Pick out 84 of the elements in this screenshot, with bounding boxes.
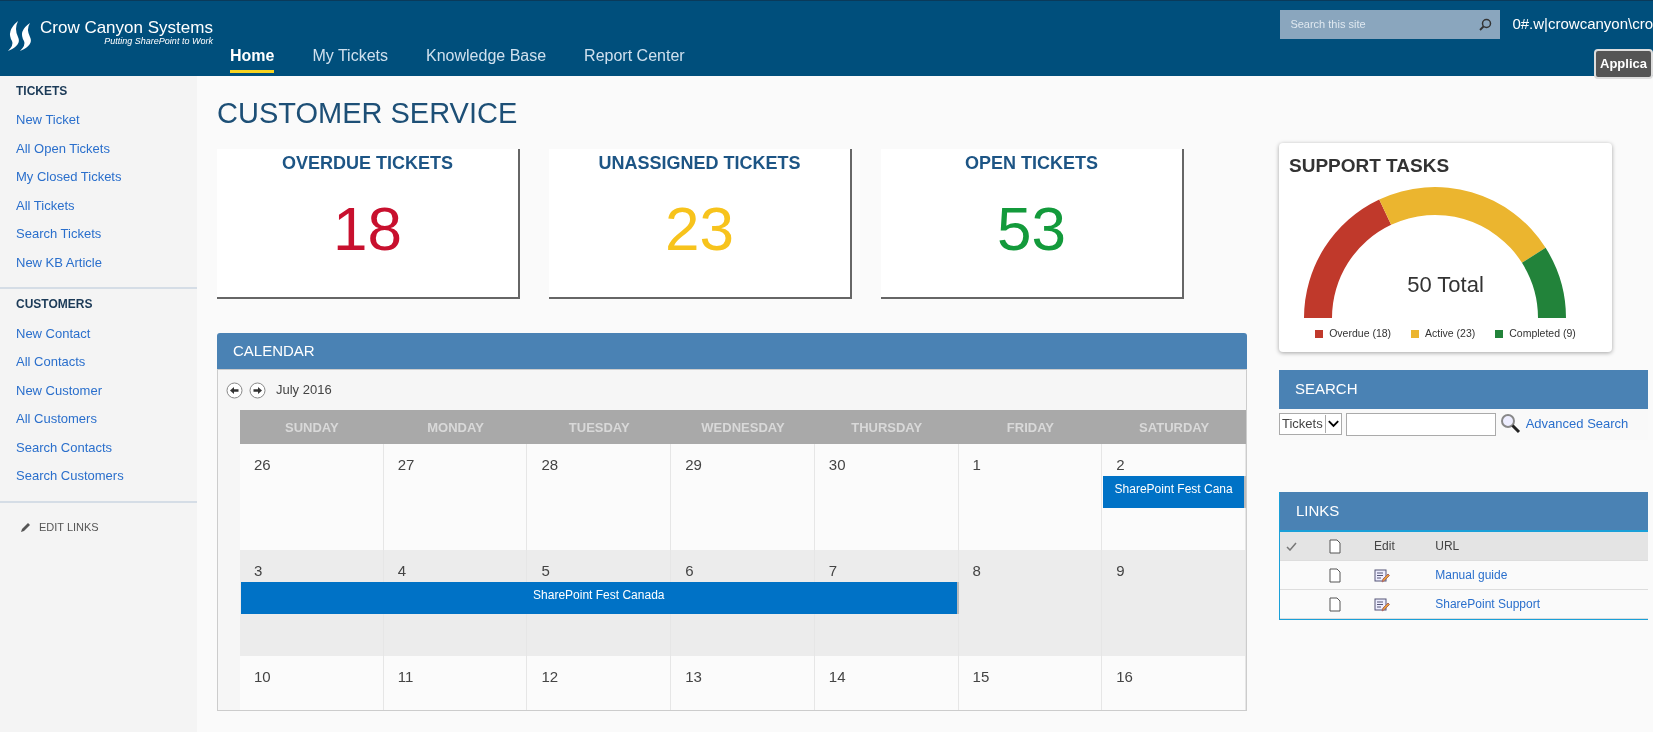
panel-header: SEARCH [1279,370,1648,409]
day-number[interactable]: 7 [814,549,838,582]
day-number[interactable]: 1 [958,443,981,476]
link-item[interactable]: Manual guide [1435,568,1508,582]
column-header: URL [1429,531,1648,561]
day-number[interactable]: 12 [527,655,559,688]
link-item[interactable]: SharePoint Support [1435,597,1540,611]
sidebar-link[interactable]: Search Customers [16,466,197,486]
day-number[interactable]: 30 [814,443,846,476]
card-title: OPEN TICKETS [964,152,1099,175]
stat-value: 18 [332,198,403,261]
day-number[interactable]: 6 [671,549,694,582]
card-title: OVERDUE TICKETS [281,152,454,175]
site-search-field[interactable]: Search this site [1288,15,1480,34]
edit-links-link[interactable]: EDIT LINKS [39,518,99,536]
nav-tab[interactable]: Knowledge Base [426,44,547,73]
day-number[interactable]: 27 [383,443,415,476]
sidebar-link[interactable]: Search Contacts [16,437,197,458]
day-number[interactable]: 13 [671,655,702,688]
day-number[interactable]: 9 [1102,549,1125,582]
panel-header: LINKS [1280,491,1648,530]
edit-icon[interactable] [1374,567,1391,584]
sidebar-heading: CUSTOMERS [16,297,94,312]
calendar-event[interactable]: SharePoint Fest Cana [1103,475,1246,508]
sidebar-link[interactable]: New KB Article [16,252,197,273]
legend-label: Completed (9) [1509,325,1576,341]
day-number[interactable]: 26 [240,443,271,476]
site-search-box[interactable]: Search this site [1280,10,1501,39]
advanced-search-link[interactable]: Advanced Search [1525,414,1629,434]
nav-tab[interactable]: Home [230,44,275,73]
sidebar-link[interactable]: All Tickets [16,195,197,216]
search-input[interactable] [1345,412,1496,436]
scope-dropdown[interactable]: Tickets [1279,413,1342,435]
legend-label: Active (23) [1425,325,1476,341]
page-title: CUSTOMER SERVICE [217,96,519,131]
document-icon [1329,597,1342,613]
day-number[interactable]: 14 [814,655,846,688]
day-number[interactable]: 5 [527,549,550,582]
sidebar-link[interactable]: All Open Tickets [16,138,197,159]
legend-swatch [1315,329,1324,338]
stat-value: 23 [664,198,735,261]
user-name[interactable]: 0#.w|crowcanyon\cro [1512,13,1653,36]
day-number[interactable]: 29 [671,443,702,476]
sidebar-link[interactable]: New Contact [16,323,197,344]
search-icon[interactable] [1479,18,1493,31]
day-number[interactable]: 3 [240,549,263,582]
stat-value: 53 [996,198,1067,261]
month-label: July 2016 [276,381,332,400]
column-header: Edit [1368,531,1430,561]
day-number[interactable]: 8 [958,549,981,582]
logo-tagline: Putting SharePoint to Work [104,36,213,47]
legend-swatch [1495,329,1504,338]
day-number[interactable]: 10 [240,655,271,688]
dropdown-caret-icon[interactable] [1324,415,1341,433]
sidebar-link[interactable]: Search Tickets [16,224,197,244]
card-title: UNASSIGNED TICKETS [597,152,802,175]
logo-title: Crow Canyon Systems [40,19,213,36]
checkmark-icon[interactable] [1286,542,1297,552]
legend-swatch [1411,329,1420,338]
day-number[interactable]: 28 [527,443,559,476]
day-number[interactable]: 16 [1102,655,1133,688]
sidebar-link[interactable]: All Customers [16,409,197,429]
pencil-icon [20,521,31,533]
legend-label: Overdue (18) [1329,325,1392,341]
nav-tab[interactable]: Report Center [584,44,685,73]
sidebar-link[interactable]: All Contacts [16,352,197,372]
sidebar-link[interactable]: New Customer [16,380,197,401]
day-number[interactable]: 2 [1102,443,1125,476]
edit-icon[interactable] [1374,596,1391,613]
day-number[interactable]: 15 [958,655,990,688]
document-icon [1329,568,1342,584]
day-number[interactable]: 11 [383,655,414,688]
sidebar-link[interactable]: My Closed Tickets [16,167,197,187]
document-icon [1329,539,1342,555]
sidebar-heading: TICKETS [16,84,69,99]
panel-header: CALENDAR [217,332,1247,370]
day-number[interactable]: 4 [383,549,407,582]
gauge-total: 50 Total [1406,270,1485,299]
app-button[interactable]: Applica [1594,49,1653,79]
sidebar-link[interactable]: New Ticket [16,110,197,130]
magnifier-icon[interactable] [1499,413,1522,435]
card-title: SUPPORT TASKS [1289,155,1451,178]
calendar-event[interactable]: SharePoint Fest Canada [241,581,959,614]
nav-tab[interactable]: My Tickets [312,44,388,73]
